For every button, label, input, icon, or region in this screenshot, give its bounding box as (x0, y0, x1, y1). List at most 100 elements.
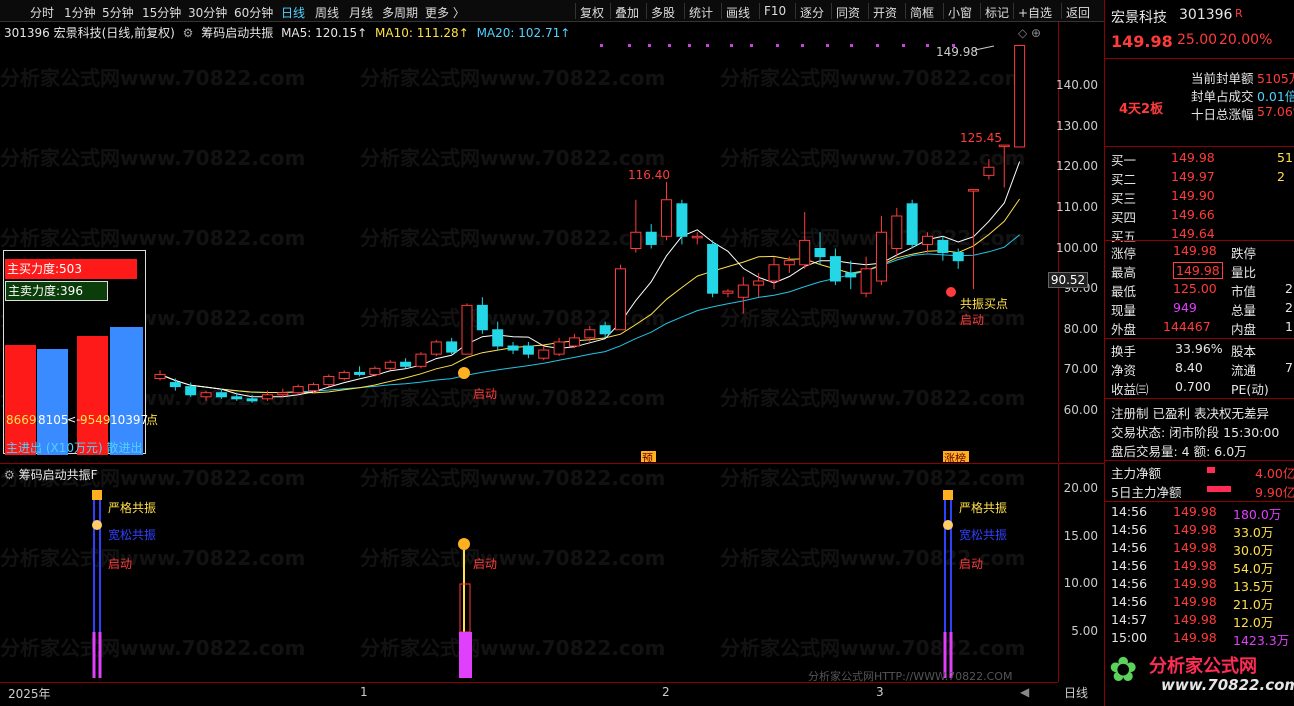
toolbar-button[interactable]: 复权 (580, 4, 604, 21)
time-scale-label[interactable]: 日线 (1064, 684, 1088, 701)
signal-dot (688, 44, 691, 47)
toolbar-button[interactable]: F10 (764, 4, 786, 18)
month-2-label: 2 (662, 685, 670, 699)
price-tick: 80.00 (1063, 321, 1098, 336)
period-tab[interactable]: 60分钟 (234, 4, 273, 21)
signal-dot (730, 44, 733, 47)
period-tab[interactable]: 多周期 (382, 4, 418, 21)
formula-name[interactable]: 筹码启动共振 (201, 26, 273, 40)
toolbar-button[interactable]: 返回 (1066, 4, 1090, 21)
candle-body (983, 166, 995, 176)
seal-info-label: 十日总涨幅 (1191, 107, 1254, 122)
tick-volume: 30.0万 (1233, 543, 1274, 558)
candle-body (737, 284, 749, 298)
bar4-value: 10397 (110, 413, 149, 427)
site-logo: ✿ 分析家公式网 www.70822.com (1105, 646, 1294, 702)
candle-body (783, 260, 795, 266)
indicator-tick: 10.00 (1063, 576, 1098, 590)
toolbar-button[interactable]: 统计 (689, 4, 713, 21)
toolbar-button[interactable]: 标记 (985, 4, 1009, 21)
panel-divider (1105, 58, 1294, 59)
price-tick: 100.00 (1056, 240, 1098, 255)
sub-chart-title[interactable]: 筹码启动共振F (19, 468, 98, 482)
candle-body (246, 398, 258, 402)
toolbar-button[interactable]: 开资 (873, 4, 897, 21)
candle-body (461, 304, 473, 355)
legend-footer: 主进出 (X10万元) 散进出 (6, 441, 143, 455)
panel-divider (1105, 240, 1294, 241)
stat-label: 现量 (1111, 303, 1137, 318)
bid-row: 买四 149.66 (1111, 207, 1292, 225)
tick-time: 14:56 (1111, 522, 1148, 537)
toolbar-button[interactable]: 多股 (651, 4, 675, 21)
stat-value: 8.40 (1175, 360, 1203, 375)
period-tab[interactable]: 更多 〉 (425, 4, 465, 21)
bid-price: 149.64 (1171, 226, 1215, 241)
stat-label-2: 跌停 (1231, 246, 1257, 261)
stat-value-2: 1 (1285, 319, 1293, 334)
period-tab[interactable]: 月线 (349, 4, 373, 21)
ma5-line (159, 161, 1021, 398)
candle-body (860, 268, 872, 294)
toolbar-button[interactable]: +自选 (1018, 4, 1052, 21)
toolbar-separator (610, 3, 611, 19)
period-tab[interactable]: 15分钟 (142, 4, 181, 21)
toolbar-button[interactable]: 小窗 (948, 4, 972, 21)
price-tick: 130.00 (1056, 118, 1098, 133)
mid-price-label: 125.45 (960, 131, 1002, 145)
buy-signal-icon (946, 287, 956, 297)
toolbar-button[interactable]: 画线 (726, 4, 750, 21)
tick-price: 149.98 (1173, 504, 1217, 519)
period-tab[interactable]: 30分钟 (188, 4, 227, 21)
signal-dot (668, 44, 671, 47)
retail-inflow-bar (77, 336, 108, 455)
indicator-chart[interactable]: 严格共振宽松共振启动 严格共振宽松共振启动 启动 (0, 482, 1058, 682)
stat-value-2: 7 (1285, 360, 1293, 375)
registration-badge: R (1235, 7, 1243, 20)
toolbar-button[interactable]: 逐分 (800, 4, 824, 21)
toolbar-button[interactable]: 简框 (910, 4, 934, 21)
bid-volume: 51 (1277, 150, 1293, 165)
tick-time: 15:00 (1111, 630, 1148, 645)
stat-label: 净资 (1111, 363, 1137, 378)
period-tab[interactable]: 日线 (281, 4, 305, 21)
toolbar-separator (1061, 3, 1062, 19)
strict-resonance-label: 严格共振 (108, 500, 156, 515)
toolbar-button[interactable]: 叠加 (615, 4, 639, 21)
toolbar-button[interactable]: 同资 (836, 4, 860, 21)
ma5-label: MA5: 120.15↑ (281, 26, 368, 40)
resonance-signal-label: 共振买点 (960, 297, 1008, 311)
period-tab[interactable]: 1分钟 (64, 4, 96, 21)
bid-row: 买三 149.90 (1111, 188, 1292, 206)
scroll-left-button[interactable]: ◀ (1020, 685, 1029, 699)
main-kline-chart[interactable]: 149.98116.40125.45共振买点启动启动预 涨榜 (0, 40, 1058, 462)
bid-label: 买一 (1111, 153, 1137, 168)
candle-body (261, 394, 273, 400)
settings-icon[interactable]: ⚙ (183, 26, 194, 40)
candle-body (906, 203, 918, 245)
month-3-label: 3 (876, 685, 884, 699)
price-tick: 60.00 (1063, 403, 1098, 417)
signal-dot (706, 44, 709, 47)
candle-body (707, 243, 719, 294)
seal-info-value: 57.06% (1257, 104, 1294, 119)
toolbar-separator (905, 3, 906, 19)
period-tab[interactable]: 5分钟 (102, 4, 134, 21)
price-tick: 120.00 (1056, 159, 1098, 174)
tick-row: 14:56 149.98 21.0万 (1111, 594, 1292, 612)
bid-price: 149.98 (1171, 150, 1215, 165)
period-tab[interactable]: 周线 (315, 4, 339, 21)
settings-icon[interactable]: ⚙ (4, 468, 15, 482)
expand-icon[interactable]: ◇ ⊕ (1018, 26, 1041, 40)
seal-info-row: 十日总涨幅57.06% (1111, 104, 1294, 122)
stat-row: 涨停 149.98 跌停 (1111, 243, 1292, 261)
stat-value: 0.700 (1175, 379, 1211, 394)
period-tab[interactable]: 分时 (30, 4, 54, 21)
tick-volume: 21.0万 (1233, 597, 1274, 612)
tick-price: 149.98 (1173, 540, 1217, 555)
price-row: 149.98 25.00 20.00% (1111, 32, 1292, 51)
stock-code: 301396 (1179, 7, 1233, 23)
five-day-net-bar (1207, 486, 1231, 492)
stat-label-2: 流通 (1231, 363, 1257, 378)
panel-divider (1105, 398, 1294, 399)
